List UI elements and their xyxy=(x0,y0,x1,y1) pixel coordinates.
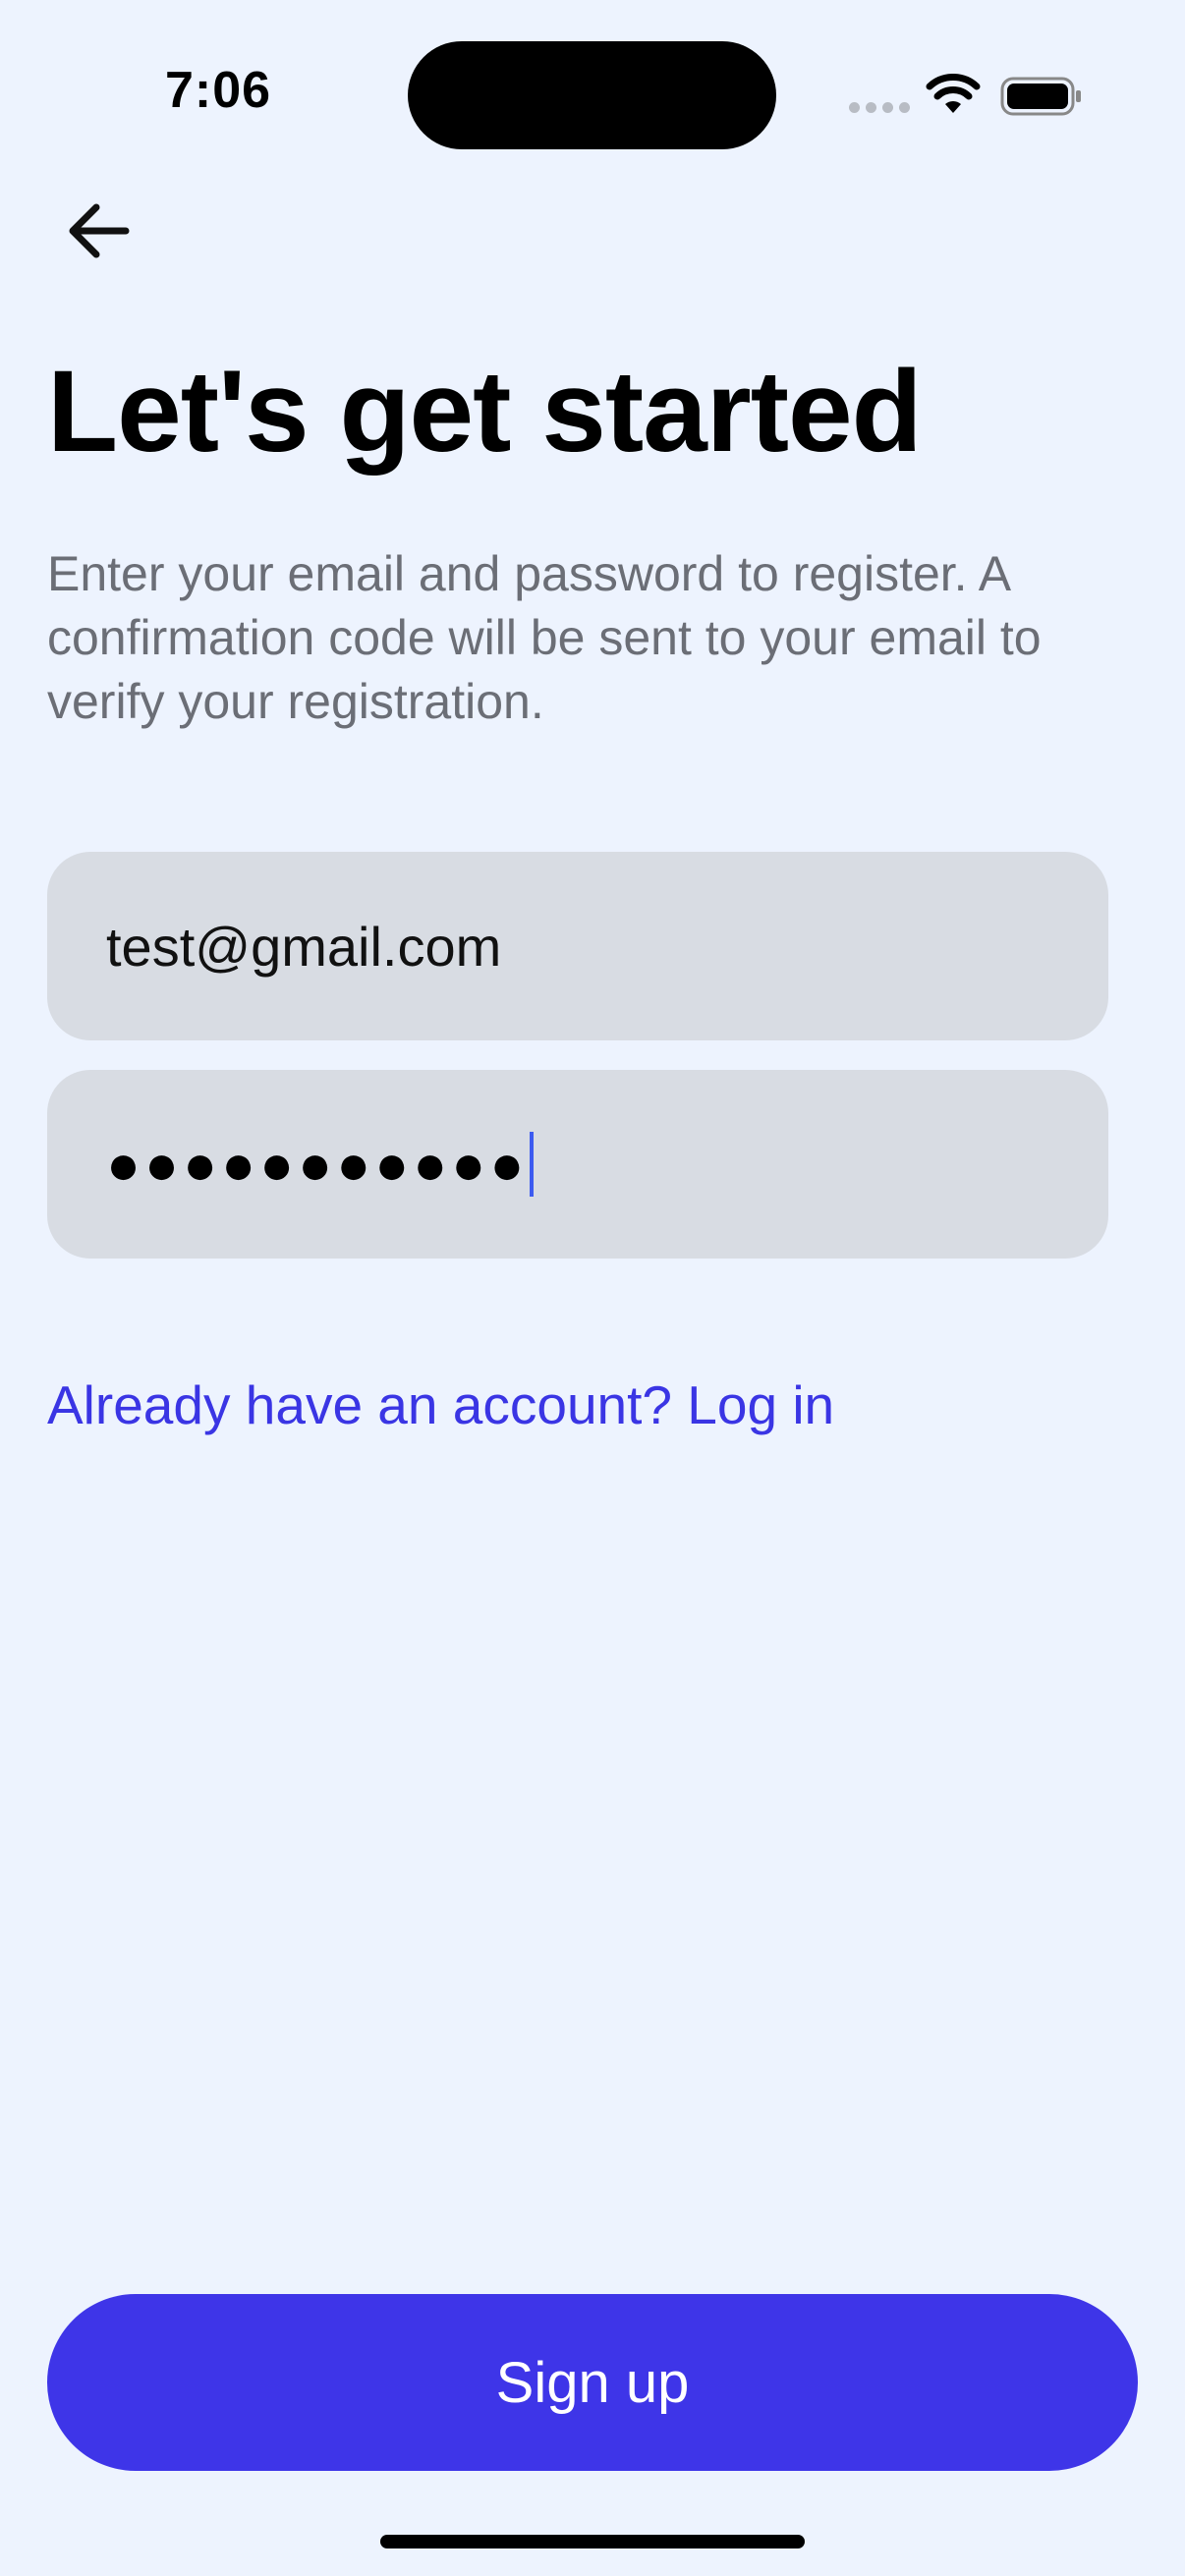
email-field[interactable]: test@gmail.com xyxy=(47,852,1108,1040)
text-cursor xyxy=(530,1132,535,1197)
status-bar: 7:06 xyxy=(0,0,1185,149)
page-subtitle: Enter your email and password to registe… xyxy=(47,546,1042,729)
home-indicator xyxy=(380,2535,805,2548)
page-title: Let's get started xyxy=(47,347,923,476)
wifi-icon xyxy=(926,74,981,113)
email-value: test@gmail.com xyxy=(106,915,502,978)
password-field[interactable]: ●●●●●●●●●●● xyxy=(47,1070,1108,1259)
password-value: ●●●●●●●●●●● xyxy=(106,1132,529,1197)
sign-up-button[interactable]: Sign up xyxy=(47,2294,1138,2471)
battery-icon xyxy=(1000,77,1081,116)
cellular-signal-icon xyxy=(849,102,910,113)
dynamic-island xyxy=(408,41,776,149)
status-time: 7:06 xyxy=(165,62,272,119)
arrow-left-icon xyxy=(69,203,130,258)
login-link[interactable]: Already have an account? Log in xyxy=(47,1373,834,1436)
back-button[interactable] xyxy=(49,182,147,280)
